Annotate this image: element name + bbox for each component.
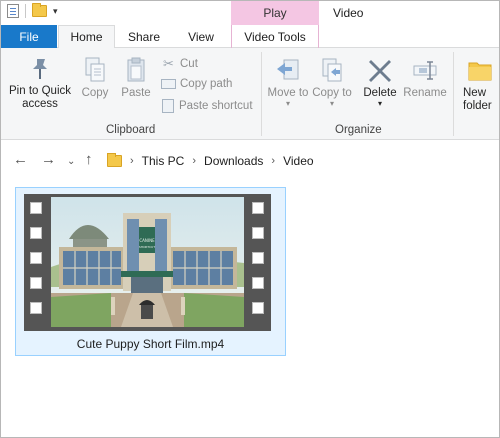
- paste-button[interactable]: Paste: [119, 56, 153, 100]
- rename-button[interactable]: Rename: [403, 56, 447, 100]
- tab-home[interactable]: Home: [58, 25, 115, 49]
- paste-icon: [127, 57, 145, 82]
- recent-locations-chevron-icon[interactable]: ⌄: [67, 153, 75, 171]
- window-title: Video: [333, 6, 364, 20]
- tab-video-tools[interactable]: Video Tools: [231, 25, 319, 48]
- video-thumbnail: CANINE SHORTCUT: [24, 194, 271, 331]
- scissors-icon: ✂: [163, 56, 174, 71]
- breadcrumb-downloads[interactable]: Downloads: [204, 154, 263, 168]
- rename-label: Rename: [403, 87, 447, 99]
- copy-button[interactable]: Copy: [79, 56, 111, 100]
- film-sprocket: [30, 277, 42, 289]
- copy-to-button[interactable]: Copy to ▾: [312, 56, 352, 108]
- paste-label: Paste: [121, 87, 151, 99]
- file-item[interactable]: CANINE SHORTCUT Cute Puppy Short Film.mp…: [15, 187, 286, 356]
- new-folder-button[interactable]: New folder: [459, 56, 499, 113]
- breadcrumb-chevron-icon[interactable]: ›: [192, 155, 196, 167]
- film-sprocket: [30, 302, 42, 314]
- new-folder-qat-icon[interactable]: [32, 3, 47, 17]
- new-folder-icon: [468, 62, 492, 81]
- customize-qat-icon[interactable]: ▾: [53, 6, 58, 16]
- move-to-label: Move to ▾: [267, 87, 309, 108]
- copy-icon: [85, 57, 105, 82]
- rename-icon: [413, 61, 437, 80]
- explorer-window: ▾ Play Video File Home Share View Video …: [0, 0, 500, 438]
- back-arrow-icon[interactable]: ←: [13, 151, 28, 169]
- cut-button[interactable]: ✂ Cut: [161, 56, 198, 72]
- copy-to-label: Copy to ▾: [312, 87, 352, 108]
- film-sprocket: [252, 252, 264, 264]
- video-frame-image: CANINE SHORTCUT: [51, 197, 244, 327]
- qat-separator: [25, 4, 26, 18]
- breadcrumb-chevron-icon[interactable]: ›: [130, 155, 134, 167]
- ribbon-tabs: File Home Share View Video Tools: [1, 25, 499, 49]
- up-arrow-icon[interactable]: ↑: [85, 151, 93, 169]
- film-sprocket: [30, 202, 42, 214]
- pin-icon: [33, 59, 47, 79]
- film-sprocket: [252, 302, 264, 314]
- file-list: CANINE SHORTCUT Cute Puppy Short Film.mp…: [1, 179, 499, 437]
- ribbon: Pin to Quick access Copy Paste ✂ Cut Cop…: [1, 48, 499, 140]
- quick-access-toolbar: ▾: [7, 3, 58, 18]
- folder-icon: [107, 153, 122, 167]
- tab-view[interactable]: View: [173, 25, 229, 48]
- play-context-label: Play: [231, 1, 319, 25]
- forward-arrow-icon[interactable]: →: [41, 151, 56, 169]
- navigation-bar: ← → ⌄ ↑ › This PC › Downloads › Video: [1, 141, 499, 179]
- thumbnail-sign-subtext: SHORTCUT: [139, 245, 155, 249]
- tab-share[interactable]: Share: [117, 25, 171, 48]
- paste-shortcut-label: Paste shortcut: [179, 100, 253, 112]
- pin-label: Pin to Quick access: [9, 85, 71, 110]
- copy-to-icon: [322, 58, 342, 82]
- paste-shortcut-icon: [162, 99, 174, 113]
- clipboard-group-label: Clipboard: [106, 124, 156, 136]
- properties-icon[interactable]: [7, 4, 19, 18]
- copy-path-icon: [161, 79, 176, 89]
- thumbnail-sign-text: CANINE: [139, 238, 155, 243]
- film-sprocket: [252, 277, 264, 289]
- organize-group-label: Organize: [335, 124, 382, 136]
- film-sprocket: [30, 227, 42, 239]
- copy-label: Copy: [81, 87, 109, 99]
- breadcrumb-video[interactable]: Video: [283, 154, 313, 168]
- copy-path-button[interactable]: Copy path: [161, 78, 232, 90]
- move-to-button[interactable]: Move to ▾: [267, 56, 309, 108]
- new-folder-label: New folder: [463, 87, 492, 112]
- cut-label: Cut: [180, 58, 198, 70]
- pin-to-quick-access-button[interactable]: Pin to Quick access: [7, 56, 73, 111]
- breadcrumb-chevron-icon[interactable]: ›: [271, 155, 275, 167]
- paste-shortcut-button[interactable]: Paste shortcut: [161, 99, 253, 113]
- file-name-label: Cute Puppy Short Film.mp4: [76, 337, 225, 351]
- tab-file[interactable]: File: [1, 25, 57, 48]
- film-sprocket: [252, 227, 264, 239]
- address-bar[interactable]: › This PC › Downloads › Video: [107, 149, 314, 173]
- delete-x-icon: [369, 60, 391, 82]
- delete-button[interactable]: Delete ▾: [359, 56, 401, 108]
- title-bar: ▾ Play Video: [1, 1, 499, 25]
- film-sprocket: [252, 202, 264, 214]
- group-separator: [261, 52, 262, 136]
- copy-path-label: Copy path: [180, 78, 233, 90]
- delete-label: Delete ▾: [363, 87, 397, 108]
- film-sprocket: [30, 252, 42, 264]
- move-to-icon: [277, 59, 299, 80]
- group-separator: [453, 52, 454, 136]
- breadcrumb-this-pc[interactable]: This PC: [142, 154, 185, 168]
